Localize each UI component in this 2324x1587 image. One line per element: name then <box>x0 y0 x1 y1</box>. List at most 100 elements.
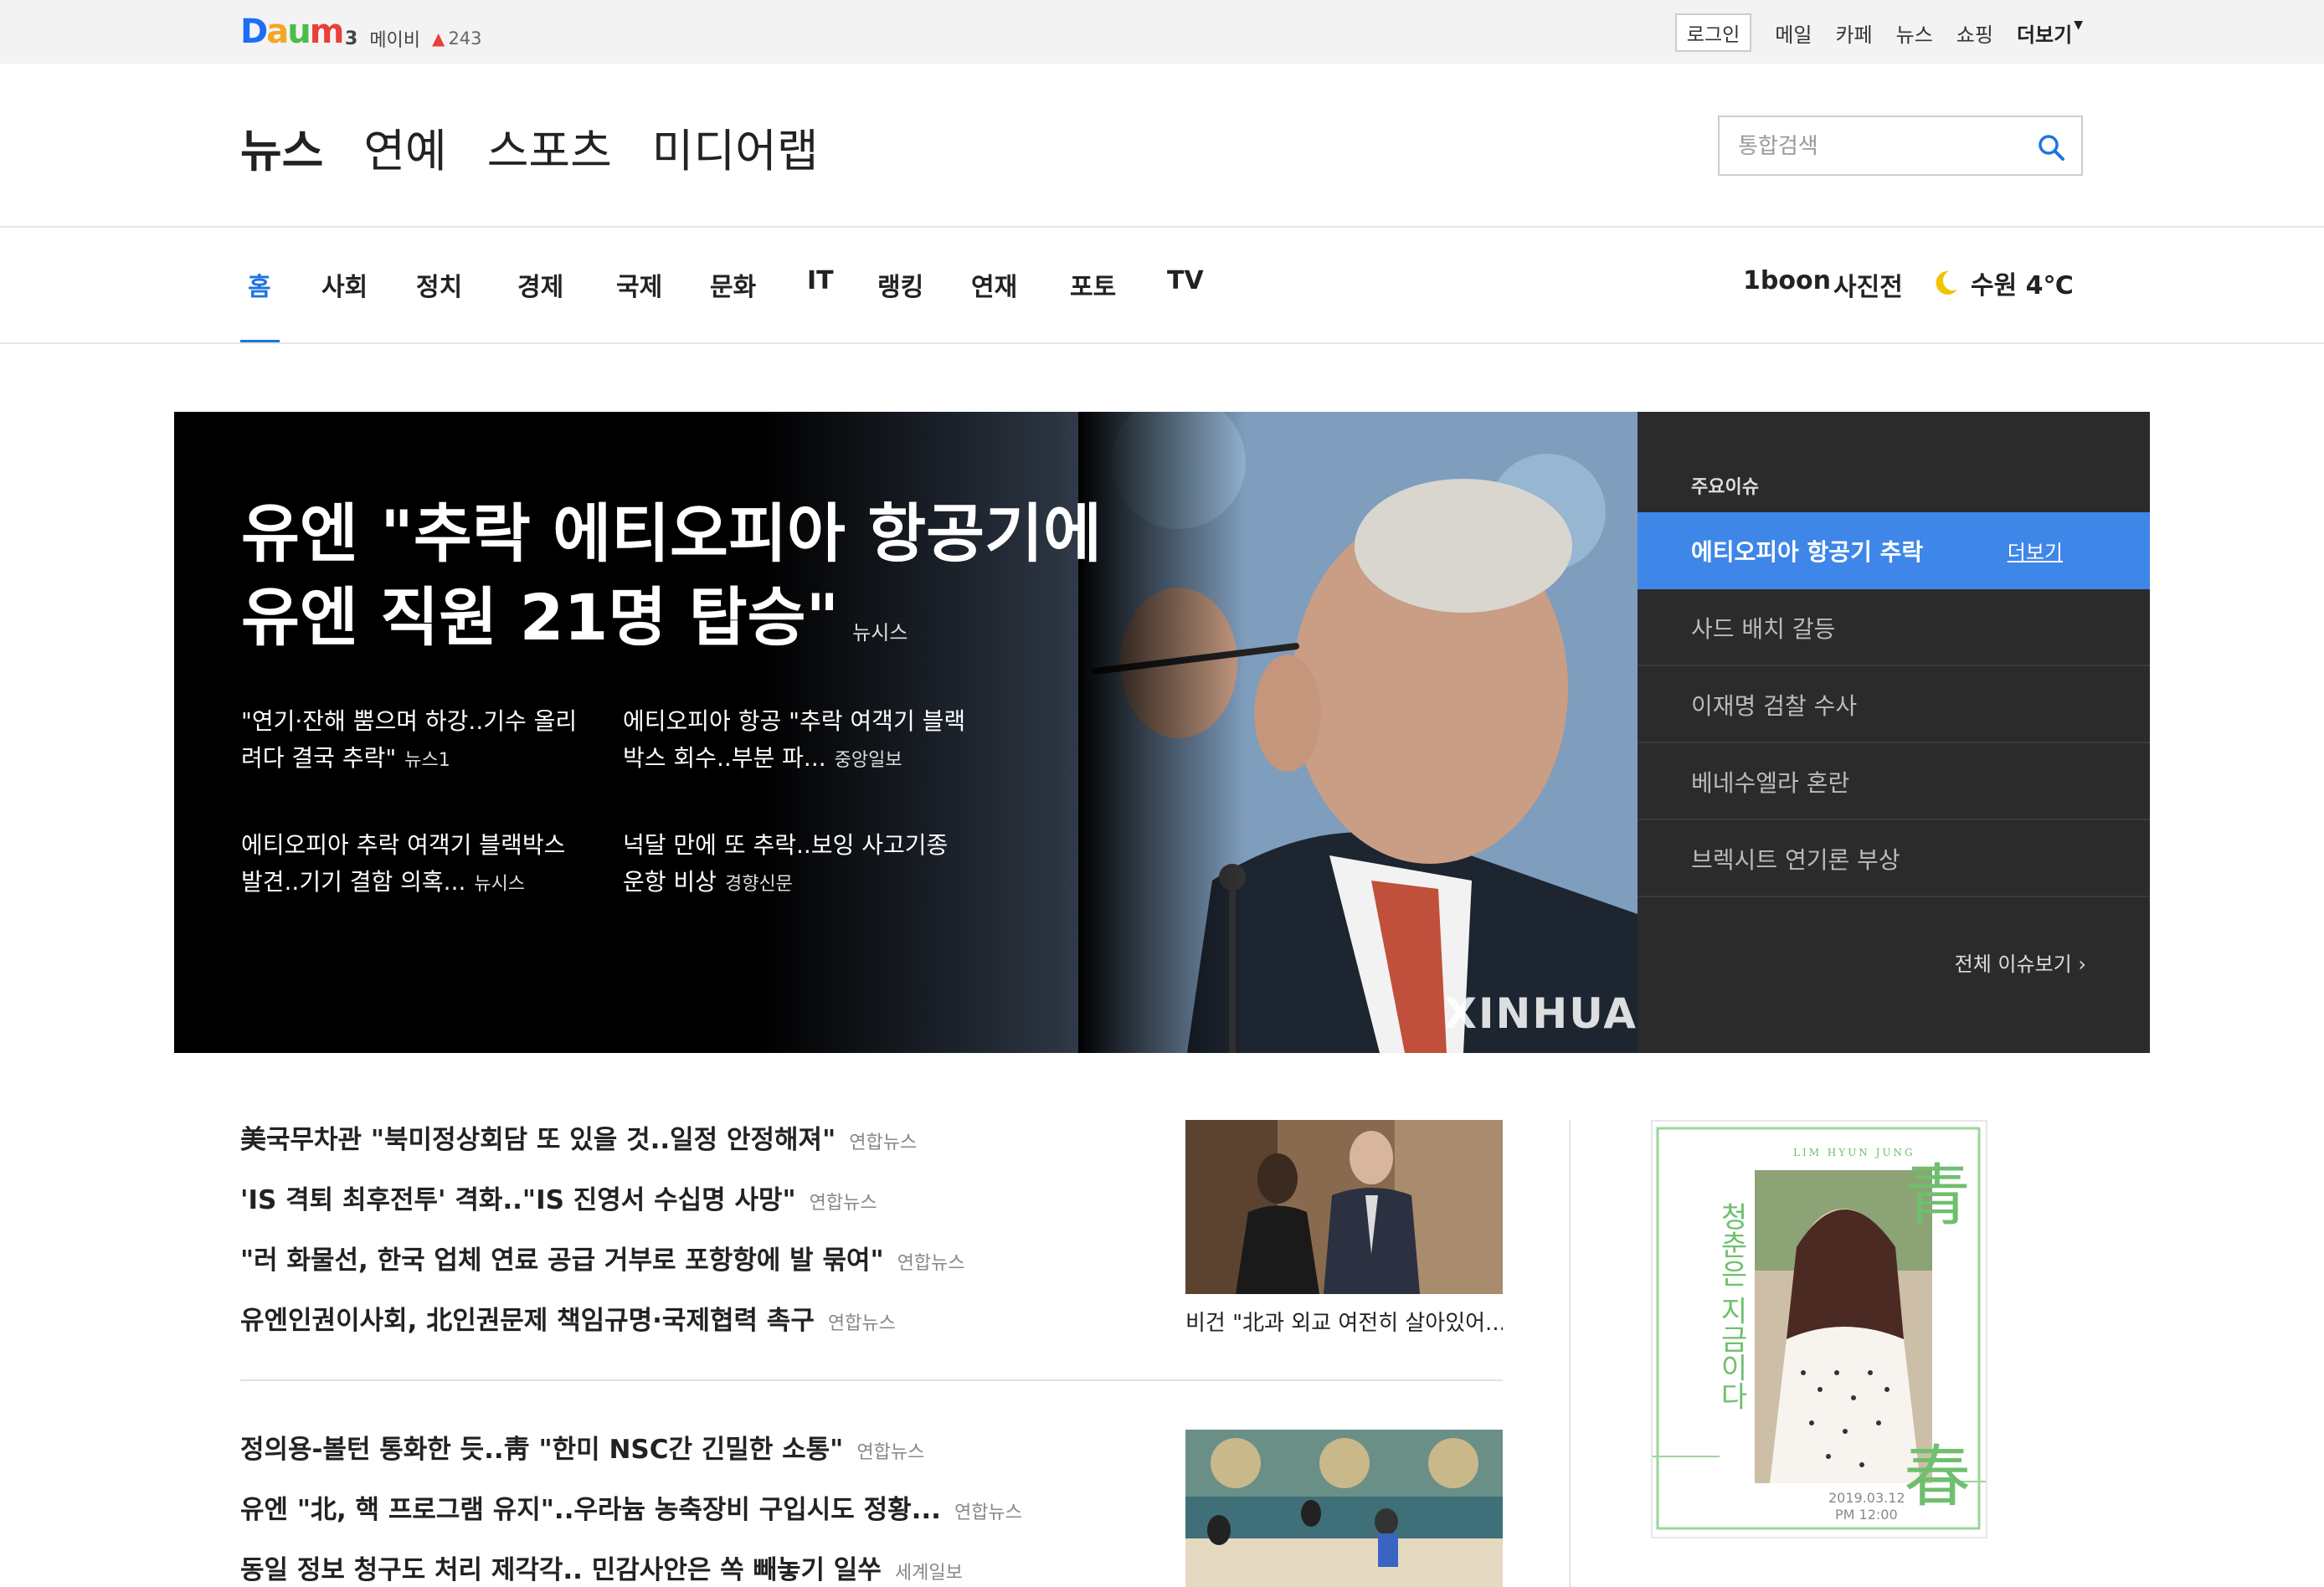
daum-logo[interactable]: D a u m <box>240 13 345 51</box>
rank-number: 3 <box>345 28 358 49</box>
news-source: 연합뉴스 <box>827 1313 896 1334</box>
column-divider <box>1569 1120 1571 1587</box>
thumbnail-caption[interactable]: 비건 "北과 외교 여전히 살아있어..." <box>1185 1306 1503 1337</box>
news-link[interactable]: 뉴스 <box>1896 18 1933 48</box>
divider-line <box>240 1379 1503 1381</box>
search-icon[interactable] <box>2036 132 2066 162</box>
news-headline[interactable]: 동일 정보 청구도 처리 제각각.. 민감사안은 쏙 빼놓기 일쑤 세계일보 <box>240 1548 963 1586</box>
news-thumbnail[interactable] <box>1185 1430 1503 1587</box>
nav-series[interactable]: 연재 <box>971 266 1017 303</box>
ad-big-char-1: 青 <box>1904 1157 1971 1235</box>
nav-ranking[interactable]: 랭킹 <box>877 266 923 303</box>
top-bar: D a u m 3 메이비 ▲ 243 로그인 메일 카페 뉴스 쇼핑 더보기 ▼ <box>0 0 2324 64</box>
hero-photo <box>1078 412 1638 1053</box>
issue-label: 이재명 검찰 수사 <box>1691 692 1858 720</box>
chevron-right-icon: › <box>2078 953 2086 976</box>
issue-item[interactable]: 베네수엘라 혼란 <box>1638 743 2150 820</box>
issue-more-link[interactable]: 더보기 <box>2008 536 2063 565</box>
issue-item[interactable]: 에티오피아 항공기 추락 더보기 <box>1638 512 2150 589</box>
hero-sub-item[interactable]: 넉달 만에 또 추락..보잉 사고기종 운항 비상 경향신문 <box>623 827 974 903</box>
moon-weather-icon <box>1936 270 1957 295</box>
top-links: 로그인 메일 카페 뉴스 쇼핑 더보기 ▼ <box>1674 13 2083 52</box>
news-source: 연합뉴스 <box>809 1193 877 1214</box>
divider-line <box>0 226 2324 228</box>
ad-top-text: LIM HYUN JUNG <box>1793 1147 1915 1158</box>
news-source: 연합뉴스 <box>954 1502 1022 1523</box>
news-text: 정의용-볼턴 통화한 듯..靑 "한미 NSC간 긴밀한 소통" <box>240 1435 844 1465</box>
all-issues-link[interactable]: 전체 이슈보기 › <box>1955 948 2086 977</box>
weather-text[interactable]: 수원 4℃ <box>1971 264 2074 301</box>
nav-society[interactable]: 사회 <box>321 266 368 303</box>
news-headline[interactable]: "러 화물선, 한국 업체 연료 공급 거부로 포항항에 발 묶여" 연합뉴스 <box>240 1239 965 1276</box>
rank-keyword[interactable]: 메이비 <box>369 25 420 52</box>
major-issues-panel: 주요이슈 에티오피아 항공기 추락 더보기 사드 배치 갈등 이재명 검찰 수사… <box>1638 412 2150 1053</box>
nav-international[interactable]: 국제 <box>616 266 662 303</box>
mail-link[interactable]: 메일 <box>1775 18 1812 48</box>
news-headline[interactable]: 美국무차관 "북미정상회담 또 있을 것..일정 안정해져" 연합뉴스 <box>240 1118 917 1156</box>
section-sports[interactable]: 스포츠 <box>487 114 612 180</box>
shopping-link[interactable]: 쇼핑 <box>1956 18 1993 48</box>
login-button[interactable]: 로그인 <box>1674 13 1752 52</box>
hero-sub-source: 뉴스1 <box>404 750 450 771</box>
photo-watermark: XINHUA <box>1444 989 1638 1038</box>
section-news[interactable]: 뉴스 <box>240 114 323 180</box>
hero-headline-source: 뉴시스 <box>852 621 908 645</box>
realtime-rank[interactable]: 3 메이비 ▲ 243 <box>345 25 482 52</box>
search-box <box>1718 116 2083 176</box>
hero-banner[interactable]: 유엔 "추락 에티오피아 항공기에 유엔 직원 21명 탑승" 뉴시스 "연기·잔… <box>174 412 1638 1053</box>
logo-letter-a: a <box>266 13 289 51</box>
nav-1boon[interactable]: 1boon <box>1743 266 1831 295</box>
caret-down-icon: ▼ <box>2074 18 2083 32</box>
nav-politics[interactable]: 정치 <box>416 266 462 303</box>
issue-label: 사드 배치 갈등 <box>1691 615 1836 643</box>
ad-time: PM 12:00 <box>1835 1507 1898 1523</box>
nav-it[interactable]: IT <box>807 266 834 295</box>
logo-letter-u: u <box>287 13 311 51</box>
nav-photo[interactable]: 포토 <box>1070 266 1116 303</box>
nav-tv[interactable]: TV <box>1167 266 1204 295</box>
ad-vertical-text: 청춘은 지금이다 <box>1715 1202 1748 1410</box>
news-thumbnail[interactable] <box>1185 1120 1503 1294</box>
nav-economy[interactable]: 경제 <box>517 266 563 303</box>
hero-sub-text: 에티오피아 항공 "추락 여객기 블랙박스 회수..부분 파... <box>623 707 966 772</box>
issue-item[interactable]: 브렉시트 연기론 부상 <box>1638 820 2150 897</box>
news-text: 美국무차관 "북미정상회담 또 있을 것..일정 안정해져" <box>240 1125 836 1155</box>
issue-item[interactable]: 사드 배치 갈등 <box>1638 589 2150 666</box>
issue-item[interactable]: 이재명 검찰 수사 <box>1638 666 2150 743</box>
logo-letter-m: m <box>309 13 345 51</box>
ad-big-char-2: 春 <box>1904 1438 1971 1516</box>
issues-heading: 주요이슈 <box>1691 477 1759 498</box>
advertisement-banner[interactable]: LIM HYUN JUNG 청춘은 지금이다 青 春 2019.03.12 PM… <box>1651 1120 1987 1538</box>
cafe-link[interactable]: 카페 <box>1835 18 1872 48</box>
issue-label: 브렉시트 연기론 부상 <box>1691 846 1900 874</box>
ad-date: 2019.03.12 <box>1828 1490 1905 1506</box>
section-medialab[interactable]: 미디어랩 <box>652 114 819 180</box>
more-menu-button[interactable]: 더보기 ▼ <box>2017 18 2083 48</box>
hero-sub-item[interactable]: 에티오피아 추락 여객기 블랙박스 발견..기기 결함 의혹... 뉴시스 <box>241 827 593 903</box>
nav-home[interactable]: 홈 <box>248 266 271 303</box>
hero-sub-source: 뉴시스 <box>474 874 526 895</box>
hero-sub-source: 경향신문 <box>724 874 793 895</box>
news-text: 유엔인권이사회, 北인권문제 책임규명·국제협력 촉구 <box>240 1306 815 1336</box>
hero-sub-source: 중앙일보 <box>834 750 902 771</box>
news-text: 유엔 "北, 핵 프로그램 유지"..우라늄 농축장비 구입시도 정황... <box>240 1495 941 1525</box>
issue-label: 에티오피아 항공기 추락 <box>1691 538 1924 566</box>
news-headline[interactable]: 'IS 격퇴 최후전투' 격화.."IS 진영서 수십명 사망" 연합뉴스 <box>240 1179 877 1216</box>
news-headline[interactable]: 유엔인권이사회, 北인권문제 책임규명·국제협력 촉구 연합뉴스 <box>240 1299 896 1337</box>
hero-sub-item[interactable]: 에티오피아 항공 "추락 여객기 블랙박스 회수..부분 파... 중앙일보 <box>623 703 974 779</box>
news-text: 동일 정보 청구도 처리 제각각.. 민감사안은 쏙 빼놓기 일쑤 <box>240 1555 882 1585</box>
rank-delta: 243 <box>448 28 482 49</box>
more-label: 더보기 <box>2016 23 2073 47</box>
hero-headline[interactable]: 유엔 "추락 에티오피아 항공기에 유엔 직원 21명 탑승" 뉴시스 <box>241 492 1145 675</box>
section-entertainment[interactable]: 연예 <box>363 114 446 180</box>
issue-label: 베네수엘라 혼란 <box>1691 769 1850 797</box>
hero-sub-item[interactable]: "연기·잔해 뿜으며 하강..기수 올리려다 결국 추락" 뉴스1 <box>241 703 593 779</box>
news-text: "러 화물선, 한국 업체 연료 공급 거부로 포항항에 발 묶여" <box>240 1245 884 1276</box>
nav-photo-exhibit[interactable]: 사진전 <box>1833 266 1903 303</box>
hero-headline-text: 유엔 "추락 에티오피아 항공기에 유엔 직원 21명 탑승" <box>241 496 1102 655</box>
news-headline[interactable]: 정의용-볼턴 통화한 듯..靑 "한미 NSC간 긴밀한 소통" 연합뉴스 <box>240 1428 924 1466</box>
all-issues-label: 전체 이슈보기 <box>1954 953 2072 976</box>
nav-culture[interactable]: 문화 <box>710 266 756 303</box>
search-input[interactable] <box>1738 132 2014 161</box>
news-headline[interactable]: 유엔 "北, 핵 프로그램 유지"..우라늄 농축장비 구입시도 정황... 연합… <box>240 1488 1022 1526</box>
